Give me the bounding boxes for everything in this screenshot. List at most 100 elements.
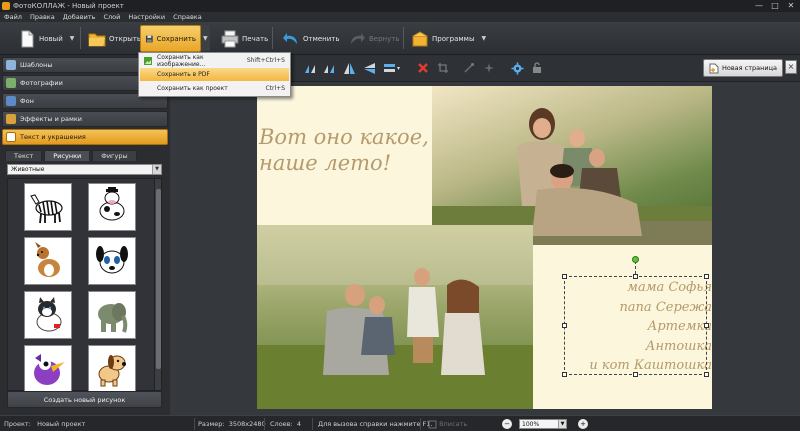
size-value: 3508x2480: [228, 420, 266, 428]
save-as-project-item[interactable]: Сохранить как проект Ctrl+S: [140, 82, 289, 95]
menu-add[interactable]: Добавить: [63, 13, 96, 21]
resize-handle[interactable]: [704, 274, 709, 279]
clipart-elephant[interactable]: [88, 291, 136, 339]
minimize-button[interactable]: —: [752, 1, 766, 10]
magic-button[interactable]: [462, 61, 476, 75]
project-label: Проект:: [4, 420, 31, 428]
menu-settings[interactable]: Настройки: [128, 13, 165, 21]
new-button[interactable]: Новый ▼: [14, 25, 78, 52]
save-as-pdf-item[interactable]: Сохранить в PDF: [140, 68, 289, 81]
lock-button[interactable]: [530, 61, 544, 75]
resize-handle[interactable]: [562, 274, 567, 279]
selection-frame[interactable]: [562, 256, 709, 377]
clipart-husky[interactable]: [24, 291, 72, 339]
menu-layer[interactable]: Слой: [103, 13, 120, 21]
resize-handle[interactable]: [704, 372, 709, 377]
magic-wand-icon: [464, 63, 474, 73]
family-photo-top[interactable]: [432, 86, 712, 245]
chevron-down-icon[interactable]: ▼: [482, 35, 487, 42]
rotate-left-icon: [304, 64, 315, 73]
clipart-cow[interactable]: [88, 183, 136, 231]
flip-left-button[interactable]: [302, 61, 316, 75]
clipart-collie[interactable]: [24, 237, 72, 285]
tab-pictures[interactable]: Рисунки: [44, 150, 91, 161]
tab-text[interactable]: Текст: [5, 150, 43, 161]
menu-item-shortcut: Ctrl+S: [265, 85, 285, 92]
resize-handle[interactable]: [704, 323, 709, 328]
photos-icon: [6, 78, 16, 88]
cartoon-dog-icon: [98, 355, 126, 387]
zoom-in-button[interactable]: +: [578, 419, 588, 429]
collie-dog-icon: [35, 242, 60, 277]
menu-file[interactable]: Файл: [4, 13, 22, 21]
clipart-dalmatian[interactable]: [88, 237, 136, 285]
family-photo-bottom[interactable]: [257, 225, 533, 409]
clipart-cartoon-dog[interactable]: [88, 345, 136, 393]
effect-button[interactable]: [482, 61, 496, 75]
purple-bird-icon: [34, 354, 65, 385]
tab-shapes[interactable]: Фигуры: [92, 150, 137, 161]
undo-button[interactable]: Отменить: [278, 25, 344, 52]
gallery-scrollbar[interactable]: [154, 178, 162, 391]
project-name: Новый проект: [37, 420, 86, 428]
lock-icon: [533, 62, 541, 73]
open-button[interactable]: Открыть: [84, 25, 145, 52]
settings-button[interactable]: [510, 61, 524, 75]
mirror-vertical-icon: [363, 62, 375, 74]
help-hint: Для вызова справки нажмите F1.: [318, 420, 433, 428]
category-select[interactable]: Животные ▼: [7, 164, 162, 175]
crop-button[interactable]: [436, 61, 450, 75]
maximize-button[interactable]: □: [768, 1, 782, 10]
new-page-button[interactable]: Новая страница: [702, 59, 783, 77]
print-label: Печать: [242, 34, 269, 43]
work-area: Вот оно какое, наше лето! мама Софья пап…: [170, 82, 800, 415]
scrollbar-thumb[interactable]: [156, 189, 161, 369]
delete-button[interactable]: [416, 61, 430, 75]
save-button[interactable]: Сохранить: [140, 25, 201, 52]
close-page-button[interactable]: ×: [785, 60, 797, 74]
clipart-zebra[interactable]: [24, 183, 72, 231]
close-window-button[interactable]: ✕: [784, 1, 798, 10]
pdf-icon: [143, 70, 153, 80]
section-text-decor[interactable]: Текст и украшения: [2, 129, 168, 145]
print-button[interactable]: Печать: [217, 25, 272, 52]
husky-puppy-icon: [36, 297, 62, 332]
section-label: Фон: [20, 97, 34, 105]
save-dropdown-button[interactable]: ▼: [201, 25, 210, 51]
programs-box-icon: [412, 30, 428, 46]
rotate-handle[interactable]: [632, 256, 639, 263]
mirror-horizontal-button[interactable]: [342, 61, 356, 75]
resize-handle[interactable]: [562, 323, 567, 328]
rotate-right-icon: [323, 64, 334, 73]
resize-handle[interactable]: [633, 372, 638, 377]
app-logo-icon: [2, 2, 10, 10]
chevron-down-icon[interactable]: ▼: [70, 35, 75, 42]
menu-help[interactable]: Справка: [173, 13, 202, 21]
redo-button[interactable]: Вернуть: [344, 25, 403, 52]
clipart-purple-bird[interactable]: [24, 345, 72, 393]
create-picture-button[interactable]: Создать новый рисунок: [7, 391, 162, 408]
main-toolbar: Новый ▼ Открыть Сохранить ▼ Печать Отмен…: [0, 22, 800, 55]
collage-canvas[interactable]: Вот оно какое, наше лето! мама Софья пап…: [257, 86, 712, 409]
section-effects[interactable]: Эффекты и рамки: [2, 111, 168, 127]
chevron-down-icon: ▼: [152, 165, 161, 174]
section-label: Текст и украшения: [20, 133, 86, 141]
left-panel: Шаблоны Фотографии Фон Эффекты и рамки Т…: [0, 55, 170, 415]
menu-edit[interactable]: Правка: [30, 13, 55, 21]
printer-icon: [221, 30, 239, 47]
zoom-select[interactable]: 100% ▼: [519, 419, 567, 429]
mirror-vertical-button[interactable]: [362, 61, 376, 75]
resize-handle[interactable]: [562, 372, 567, 377]
zoom-out-button[interactable]: −: [502, 419, 512, 429]
section-label: Шаблоны: [20, 61, 53, 69]
resize-handle[interactable]: [633, 274, 638, 279]
programs-button[interactable]: Программы ▼: [407, 25, 490, 52]
flip-right-button[interactable]: [322, 61, 336, 75]
headline-text[interactable]: Вот оно какое, наше лето!: [259, 124, 429, 176]
menu-bar: Файл Правка Добавить Слой Настройки Спра…: [0, 12, 800, 22]
save-as-image-item[interactable]: Сохранить как изображение... Shift+Ctrl+…: [140, 54, 289, 68]
fit-button[interactable]: Вписать: [428, 419, 467, 429]
align-button[interactable]: [382, 61, 402, 75]
headline-line-2: наше лето!: [259, 151, 392, 175]
status-bar: Проект: Новый проект Размер: 3508x2480 С…: [0, 415, 800, 431]
